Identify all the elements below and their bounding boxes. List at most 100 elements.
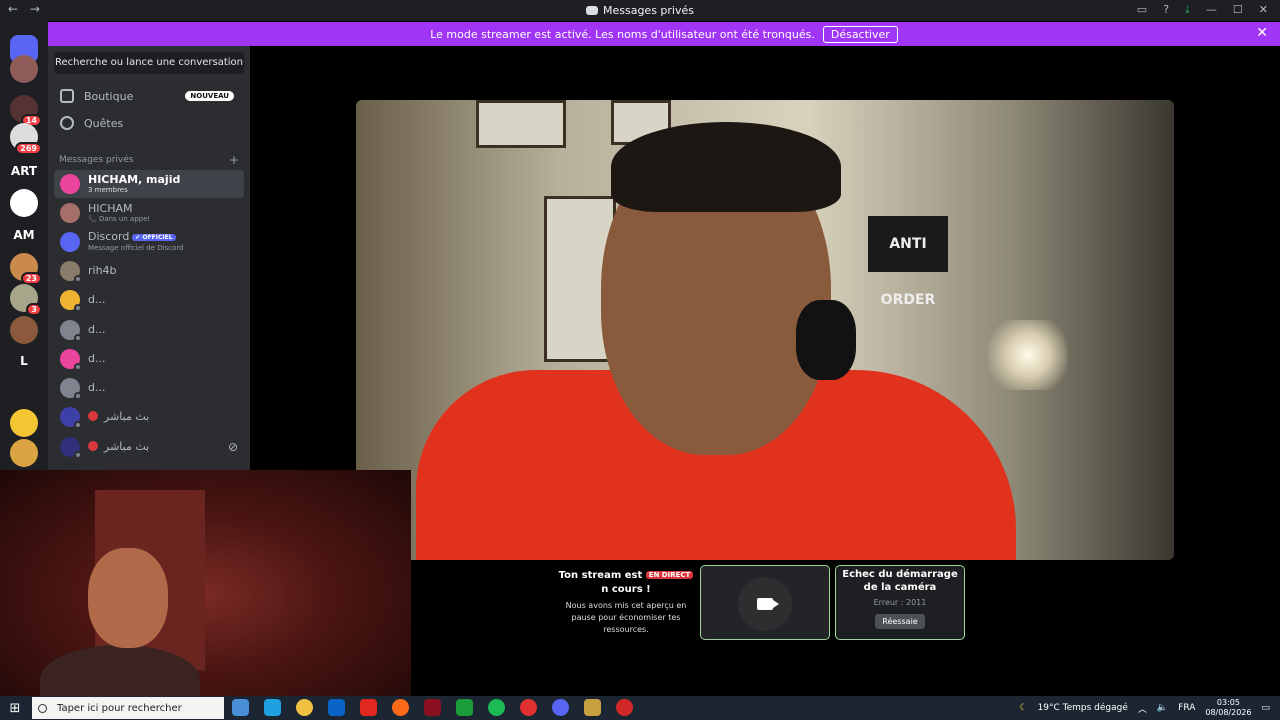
dm-name: d... xyxy=(88,324,105,336)
server-l-icon[interactable]: L xyxy=(10,347,38,375)
live-dot-icon xyxy=(88,441,98,451)
discord-icon xyxy=(585,6,598,15)
main-video[interactable]: ANTI ORDER xyxy=(356,100,1174,560)
minimize-button[interactable]: — xyxy=(1206,3,1217,17)
dm-subtitle: 3 membres xyxy=(88,185,128,194)
dm-item[interactable]: d... xyxy=(54,286,244,314)
retry-button[interactable]: Réessaie xyxy=(875,614,925,629)
dm-item[interactable]: rih4b xyxy=(54,257,244,285)
server-1-icon[interactable]: 14 xyxy=(10,95,42,127)
add-dm-button[interactable]: + xyxy=(229,153,239,167)
taskbar-app-icon[interactable] xyxy=(584,699,601,716)
server-4-icon[interactable]: 23 xyxy=(10,253,42,285)
close-button[interactable]: ✕ xyxy=(1259,3,1268,17)
dm-section-header: Messages privés + xyxy=(59,153,239,167)
taskbar-app-icon[interactable] xyxy=(456,699,473,716)
mention-badge: 269 xyxy=(15,142,42,155)
dm-name-text: d... xyxy=(88,352,106,365)
dm-item[interactable]: بث مباشر ⊘ xyxy=(54,433,244,461)
dm-item[interactable]: d... xyxy=(54,316,244,344)
server-am-icon[interactable]: AM xyxy=(10,221,38,249)
dm-name-text: HICHAM xyxy=(88,201,133,215)
disable-button[interactable]: Désactiver xyxy=(822,25,898,43)
clock[interactable]: 03:05 08/08/2026 xyxy=(1205,698,1251,718)
dm-sidebar: Recherche ou lance une conversation Bout… xyxy=(48,46,250,470)
search-input[interactable]: Recherche ou lance une conversation xyxy=(54,52,244,74)
camera-error-title: Echec du démarrage de la caméra xyxy=(842,569,958,593)
taskbar-apps xyxy=(232,699,633,716)
official-badge: ✔ OFFICIEL xyxy=(132,234,176,241)
dm-item[interactable]: بث مباشر xyxy=(54,403,244,431)
server-5-icon[interactable]: 3 xyxy=(10,284,42,316)
volume-icon[interactable]: 🔈 xyxy=(1157,703,1168,713)
mention-badge: 3 xyxy=(26,303,42,316)
taskbar-app-icon[interactable] xyxy=(232,699,249,716)
server-avatar-icon[interactable] xyxy=(10,55,38,83)
avatar xyxy=(60,232,80,252)
streamer-mode-banner: Le mode streamer est activé. Les noms d'… xyxy=(48,22,1280,46)
status-indicator xyxy=(74,392,82,400)
taskbar-app-icon[interactable] xyxy=(552,699,569,716)
self-preview-tile[interactable] xyxy=(700,565,830,640)
taskbar-app-icon[interactable] xyxy=(360,699,377,716)
taskbar-app-icon[interactable] xyxy=(424,699,441,716)
avatar xyxy=(60,320,82,342)
stream-paused-notice: Ton stream est EN DIRECT n cours ! Nous … xyxy=(556,568,696,636)
block-icon[interactable]: ⊘ xyxy=(228,440,238,454)
lang-indicator[interactable]: FRA xyxy=(1178,703,1195,713)
taskbar-app-icon[interactable] xyxy=(296,699,313,716)
dm-item[interactable]: HICHAM 📞 Dans un appel xyxy=(54,199,244,227)
windows-start-icon[interactable]: ⊞ xyxy=(0,701,30,716)
tray-chevron-icon[interactable]: ︿ xyxy=(1138,702,1147,715)
server-6-icon[interactable] xyxy=(10,316,38,344)
server-7-icon[interactable] xyxy=(10,379,38,407)
camera-error-code: Erreur : 2011 xyxy=(873,598,927,607)
download-icon[interactable]: ⤓ xyxy=(1185,3,1190,17)
status-indicator xyxy=(74,334,82,342)
maximize-button[interactable]: ☐ xyxy=(1233,3,1243,17)
wall-poster: ANTI ORDER xyxy=(868,216,948,308)
dm-name-text: d... xyxy=(88,381,106,394)
dm-name: بث مباشر xyxy=(88,441,149,453)
status-indicator xyxy=(74,363,82,371)
taskbar-app-icon[interactable] xyxy=(616,699,633,716)
server-8-icon[interactable] xyxy=(10,409,38,437)
window-title: Messages privés xyxy=(0,4,1280,17)
dm-item[interactable]: Discord ✔ OFFICIEL Message officiel de Dis… xyxy=(54,228,244,256)
live-dot-icon xyxy=(88,411,98,421)
taskbar-app-icon[interactable] xyxy=(392,699,409,716)
weather-text[interactable]: 19°C Temps dégagé xyxy=(1038,703,1128,713)
notification-icon[interactable]: ▭ xyxy=(1261,703,1270,713)
webcam-person-face xyxy=(88,548,168,648)
window-controls: ▭ ? ⤓ — ☐ ✕ xyxy=(1137,3,1268,17)
taskbar-app-icon[interactable] xyxy=(264,699,281,716)
camera-error-tile: Echec du démarrage de la caméra Erreur :… xyxy=(835,565,965,640)
title-bar: ← → Messages privés ▭ ? ⤓ — ☐ ✕ xyxy=(0,0,1280,21)
server-9-icon[interactable] xyxy=(10,439,38,467)
system-tray: ☾ 19°C Temps dégagé ︿ 🔈 FRA 03:05 08/08/… xyxy=(1019,696,1270,720)
quests-nav-item[interactable]: Quêtes xyxy=(58,111,244,135)
quests-icon xyxy=(60,116,74,130)
server-art-icon[interactable]: ART xyxy=(10,157,38,185)
stream-title-pre: Ton stream est xyxy=(558,570,643,581)
dm-item[interactable]: HICHAM, majid 3 membres xyxy=(54,170,244,198)
stream-title-post: n cours ! xyxy=(601,584,651,595)
lamp-glow xyxy=(988,320,1068,390)
dm-subtitle: 📞 Dans un appel xyxy=(88,214,150,223)
dm-name: HICHAM xyxy=(88,201,149,215)
shop-nav-item[interactable]: Boutique NOUVEAU xyxy=(58,84,244,108)
search-icon xyxy=(38,703,47,713)
dm-item[interactable]: d... xyxy=(54,345,244,373)
server-2-icon[interactable]: 269 xyxy=(10,123,42,155)
inbox-icon[interactable]: ▭ xyxy=(1137,3,1147,17)
dm-item[interactable]: d... xyxy=(54,374,244,402)
taskbar-app-icon[interactable] xyxy=(328,699,345,716)
help-icon[interactable]: ? xyxy=(1163,3,1169,17)
stream-desc: Nous avons mis cet aperçu en pause pour … xyxy=(565,601,687,634)
dm-name: d... xyxy=(88,353,105,365)
taskbar-app-icon[interactable] xyxy=(488,699,505,716)
taskbar-search[interactable]: Taper ici pour rechercher xyxy=(32,697,224,719)
server-3-icon[interactable] xyxy=(10,189,38,217)
close-icon[interactable]: ✕ xyxy=(1256,25,1268,41)
taskbar-app-icon[interactable] xyxy=(520,699,537,716)
